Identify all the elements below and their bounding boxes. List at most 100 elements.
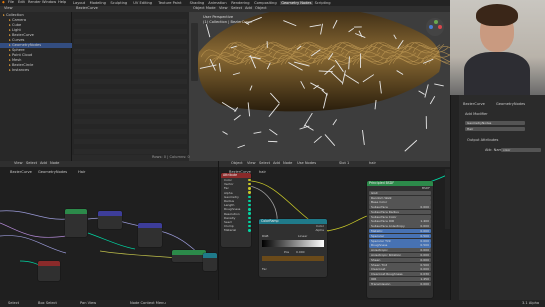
group-input-socket[interactable]: Material — [221, 228, 251, 232]
output-attributes-section[interactable]: Output Attributes — [467, 138, 498, 143]
workspace-tab[interactable]: Modeling — [89, 1, 107, 5]
color-ramp-stop-color[interactable] — [262, 256, 324, 261]
gizmo-z-axis-icon[interactable] — [429, 25, 433, 29]
workspace-tab[interactable]: Compositing — [253, 1, 278, 5]
bsdf-input-field[interactable]: Transmission 0.000 — [369, 281, 431, 286]
bsdf-input-field[interactable]: Specular 0.500 — [369, 233, 431, 238]
menu-help[interactable]: Help — [58, 1, 66, 5]
bsdf-input-field[interactable]: Clearcoat Roughness 0.030 — [369, 272, 431, 277]
bsdf-input-field[interactable]: Roughness 0.500 — [369, 243, 431, 248]
bsdf-input-field[interactable]: IOR 1.450 — [369, 276, 431, 282]
group-input-socket-dot-icon[interactable] — [248, 199, 251, 203]
spreadsheet-grid — [74, 14, 187, 154]
gn-node-frame-e[interactable] — [172, 250, 206, 262]
attribute-socket-dot-icon[interactable] — [248, 191, 251, 194]
menu-edit[interactable]: Edit — [18, 1, 25, 5]
gn-node-frame-a[interactable] — [65, 209, 87, 237]
attribute-socket-dot-icon[interactable] — [248, 183, 251, 186]
status-select-hint: Select — [8, 300, 20, 305]
workspace-tab[interactable]: UV Editing — [132, 1, 153, 5]
workspace-tab[interactable]: Animation — [207, 1, 227, 5]
group-input-socket-dot-icon[interactable] — [248, 212, 251, 215]
outliner-item[interactable]: ▸ Instances — [0, 68, 72, 73]
status-bar: Select Box Select Pan View Node Context … — [0, 300, 545, 307]
bsdf-input-field[interactable]: Subsurface Anisotropy 0.000 — [369, 224, 431, 229]
bsdf-input-label: Subsurface Anisotropy — [371, 224, 405, 229]
workspace-tab[interactable]: Scripting — [314, 1, 332, 5]
menu-window[interactable]: Window — [42, 1, 56, 5]
group-input-socket-dot-icon[interactable] — [248, 195, 251, 199]
bsdf-input-field[interactable]: Anisotropic Rotation 0.000 — [369, 252, 431, 258]
workspace-tab[interactable]: Rendering — [230, 1, 250, 5]
bsdf-input-field[interactable]: Subsurface Radius — [369, 209, 431, 215]
bsdf-input-field[interactable]: Metallic 0.000 — [369, 229, 431, 234]
bsdf-input-field[interactable]: Base Color — [369, 200, 431, 205]
gizmo-y-axis-icon[interactable] — [434, 20, 438, 24]
group-input-socket-dot-icon[interactable] — [248, 220, 251, 224]
outliner-view-menu[interactable]: View — [4, 7, 13, 11]
shader-node-editor[interactable]: Object View Select Add Node Use Nodes Sl… — [218, 161, 450, 300]
color-ramp-gradient[interactable] — [262, 240, 324, 247]
workspace-tab[interactable]: Layout — [72, 1, 86, 5]
group-input-socket-dot-icon[interactable] — [248, 208, 251, 211]
add-modifier-button[interactable]: Add Modifier — [465, 112, 488, 117]
gn-node-frame-b[interactable] — [98, 211, 122, 229]
color-ramp-interp-select[interactable]: Linear — [298, 234, 307, 238]
viewport-3d[interactable]: Object Mode View Select Add Object User … — [189, 6, 450, 161]
hair-geometry[interactable] — [189, 12, 450, 161]
color-ramp-pos-value[interactable]: 0.000 — [296, 250, 305, 254]
gn-node-frame-f[interactable] — [203, 253, 217, 271]
workspace-tab[interactable]: Sculpting — [109, 1, 128, 5]
node-tree-field[interactable]: Hair — [465, 127, 525, 132]
attribute-socket-dot-icon[interactable] — [248, 178, 251, 182]
color-ramp-output-alpha[interactable]: Alpha — [259, 228, 327, 232]
group-input-socket-dot-icon[interactable] — [248, 216, 251, 219]
attribute-node[interactable]: Attribute Color Vector Fac Alpha Geometry Ra… — [221, 173, 251, 247]
gn-node-frame-c[interactable] — [138, 223, 162, 247]
blender-logo-icon[interactable]: ◆ — [2, 0, 5, 5]
workspace-tab[interactable]: Texture Paint — [157, 1, 182, 5]
workspace-tab[interactable]: Shading — [189, 1, 206, 5]
geometry-node-editor[interactable]: View Select Add Node BezierCurve Geometr… — [0, 161, 218, 300]
viewport-view-menu[interactable]: View — [219, 7, 228, 11]
viewport-mode-select[interactable]: Object Mode — [193, 7, 216, 11]
webcam-feed — [450, 0, 545, 95]
outliner-item-label: BezierCircle — [11, 63, 34, 67]
color-ramp-node[interactable]: ColorRamp Color Alpha RGB Linear Pos 0.0… — [259, 219, 327, 277]
menu-render[interactable]: Render — [28, 1, 41, 5]
status-pan-view-hint: Pan View — [80, 300, 97, 305]
viewport-select-menu[interactable]: Select — [231, 7, 242, 11]
bsdf-input-label: Subsurface Radius — [371, 209, 399, 214]
bsdf-input-field[interactable]: Subsurface Color — [369, 214, 431, 219]
bsdf-input-field[interactable]: Subsurface 0.000 — [369, 205, 431, 210]
navigation-gizmo[interactable] — [426, 18, 444, 36]
attr-name-field[interactable]: color — [501, 147, 541, 152]
viewport-object-menu[interactable]: Object — [255, 7, 267, 11]
gn-node-frame-d[interactable] — [38, 261, 60, 281]
bsdf-input-field[interactable]: Clearcoat 0.000 — [369, 267, 431, 272]
bsdf-input-field[interactable]: Anisotropic 0.000 — [369, 248, 431, 253]
color-ramp-fac-input[interactable]: Fac — [262, 267, 324, 272]
bsdf-input-field[interactable]: Sheen Tint 0.500 — [369, 262, 431, 267]
viewport-add-menu[interactable]: Add — [245, 7, 252, 11]
attribute-socket-dot-icon[interactable] — [248, 187, 251, 190]
principled-bsdf-node[interactable]: Principled BSDF BSDF GGX Random Walk Base … — [367, 181, 433, 298]
color-ramp-fac-label: Fac — [262, 267, 267, 271]
workspace-tab[interactable]: Geometry Nodes — [280, 1, 313, 6]
bsdf-input-field[interactable]: Sheen 0.000 — [369, 257, 431, 262]
bsdf-input-field[interactable]: Random Walk — [369, 195, 431, 200]
group-input-socket-dot-icon[interactable] — [248, 224, 251, 228]
gizmo-x-axis-icon[interactable] — [438, 25, 442, 29]
menu-file[interactable]: File — [8, 1, 14, 5]
bsdf-input-label: Clearcoat — [371, 267, 386, 272]
group-input-socket-dot-icon[interactable] — [248, 204, 251, 207]
principled-bsdf-output[interactable]: BSDF — [367, 186, 433, 190]
bsdf-input-field[interactable]: Specular Tint 0.000 — [369, 238, 431, 243]
bsdf-input-field[interactable]: GGX — [369, 190, 431, 195]
group-input-socket-dot-icon[interactable] — [248, 229, 251, 232]
color-ramp-mode-select[interactable]: RGB — [262, 234, 268, 238]
gn-node-b-header — [98, 211, 122, 216]
bsdf-input-field[interactable]: Subsurface IOR 1.400 — [369, 219, 431, 224]
spreadsheet-object-label[interactable]: BezierCurve — [76, 7, 98, 11]
modifier-name-field[interactable]: GeometryNodes — [465, 121, 525, 126]
